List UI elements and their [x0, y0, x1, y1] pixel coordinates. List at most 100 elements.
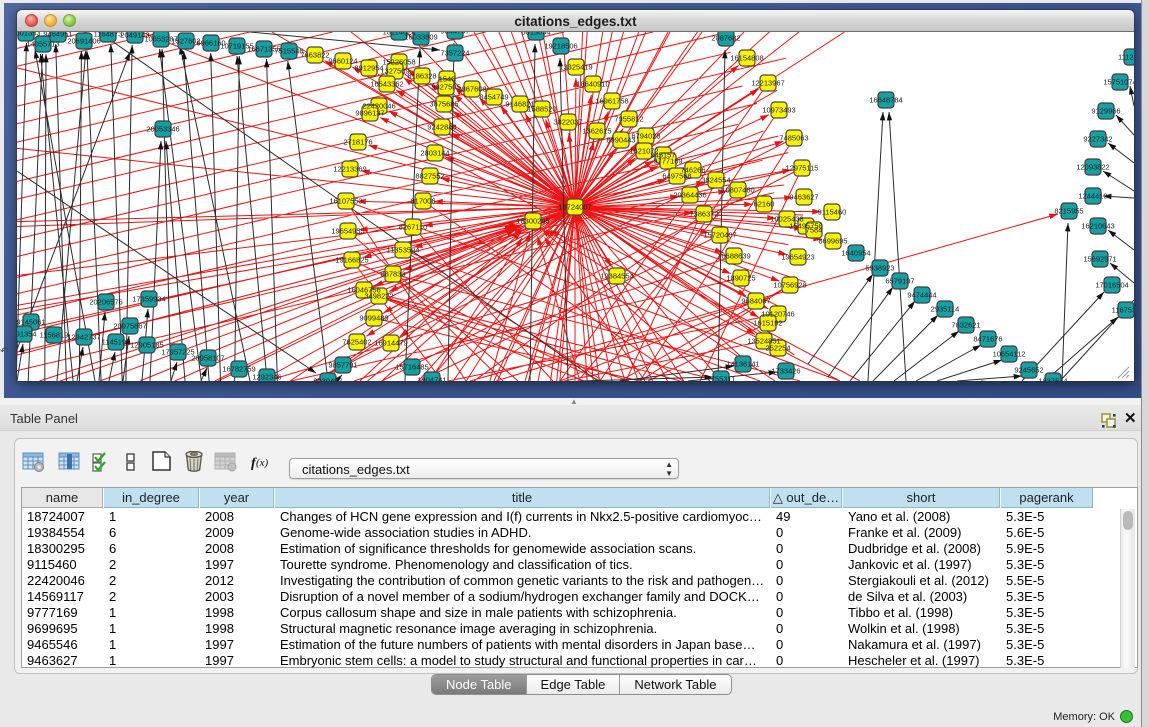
svg-text:887833: 887833 [380, 270, 405, 279]
svg-text:1112362: 1112362 [1118, 53, 1134, 62]
svg-text:9463627: 9463627 [789, 193, 818, 202]
svg-text:14136141: 14136141 [726, 360, 759, 369]
svg-text:7663822: 7663822 [300, 51, 329, 60]
svg-text:3822037: 3822037 [553, 118, 582, 127]
svg-text:2803144: 2803144 [420, 149, 449, 158]
svg-text:16543362: 16543362 [370, 80, 403, 89]
svg-text:12975115: 12975115 [786, 164, 819, 173]
svg-text:12213369: 12213369 [333, 165, 366, 174]
svg-text:7632621: 7632621 [951, 321, 980, 330]
svg-text:1904741: 1904741 [417, 376, 446, 382]
svg-text:8454749: 8454749 [479, 93, 508, 102]
svg-text:9227342: 9227342 [1083, 135, 1112, 144]
svg-text:8267110: 8267110 [399, 223, 428, 232]
svg-text:1164873: 1164873 [94, 32, 123, 39]
svg-text:9684067: 9684067 [741, 297, 770, 306]
svg-text:20206576: 20206576 [89, 298, 122, 307]
svg-text:10654112: 10654112 [993, 350, 1026, 359]
svg-text:15226058: 15226058 [382, 58, 415, 67]
svg-text:10120746: 10120746 [761, 310, 794, 319]
svg-text:9777169: 9777169 [653, 157, 682, 166]
svg-text:6794028: 6794028 [631, 132, 660, 141]
svg-text:9896137: 9896137 [355, 109, 384, 118]
svg-text:5938923: 5938923 [865, 264, 894, 273]
svg-text:18640910: 18640910 [576, 80, 609, 89]
svg-text:391354: 391354 [17, 330, 37, 339]
svg-text:8813054: 8813054 [521, 32, 550, 37]
svg-text:1588520: 1588520 [527, 105, 556, 114]
svg-text:17016504: 17016504 [1095, 281, 1128, 290]
svg-text:18300295: 18300295 [516, 217, 549, 226]
svg-text:16107553: 16107553 [329, 197, 362, 206]
svg-text:2935114: 2935114 [931, 305, 960, 314]
svg-text:1837544: 1837544 [1038, 377, 1067, 382]
svg-text:16210643: 16210643 [1081, 222, 1114, 231]
svg-text:10756928: 10756928 [773, 281, 806, 290]
svg-text:16961758: 16961758 [595, 97, 628, 106]
svg-text:20364436: 20364436 [673, 191, 706, 200]
svg-text:9344757: 9344757 [440, 32, 469, 36]
svg-text:9145061: 9145061 [17, 318, 46, 327]
svg-text:62160: 62160 [754, 200, 775, 209]
svg-text:7625402: 7625402 [342, 338, 371, 347]
svg-text:3675685: 3675685 [429, 100, 458, 109]
svg-text:9327505: 9327505 [431, 83, 460, 92]
svg-text:20975867: 20975867 [113, 322, 146, 331]
svg-text:16154808: 16154808 [730, 54, 763, 63]
svg-text:8471676: 8471676 [973, 335, 1002, 344]
svg-text:8699695: 8699695 [818, 237, 847, 246]
svg-text:12905185: 12905185 [130, 341, 163, 350]
svg-text:14055713: 14055713 [26, 40, 59, 49]
svg-text:15716485: 15716485 [395, 363, 428, 372]
svg-text:1156819: 1156819 [40, 331, 69, 340]
svg-text:1145194: 1145194 [102, 338, 131, 347]
svg-text:1755311: 1755311 [707, 375, 736, 382]
svg-text:9115460: 9115460 [818, 208, 847, 217]
svg-text:20958107: 20958107 [191, 354, 224, 363]
svg-text:2001353: 2001353 [17, 32, 41, 38]
svg-text:16648784: 16648784 [869, 96, 902, 105]
svg-text:16914479: 16914479 [374, 339, 407, 348]
svg-text:252254: 252254 [765, 344, 790, 353]
svg-text:9245652: 9245652 [1014, 366, 1043, 375]
svg-text:7955812: 7955812 [614, 115, 643, 124]
svg-text:13325419: 13325419 [559, 63, 592, 72]
svg-text:19384554: 19384554 [600, 272, 633, 281]
svg-text:9129966: 9129966 [1091, 107, 1120, 116]
svg-text:9857791: 9857791 [328, 361, 357, 370]
svg-text:6497568: 6497568 [662, 172, 691, 181]
svg-text:9660124: 9660124 [328, 57, 357, 66]
svg-text:9030497: 9030497 [313, 377, 342, 382]
svg-text:19654923: 19654923 [781, 253, 814, 262]
svg-text:9474444: 9474444 [907, 291, 936, 300]
svg-text:1292346: 1292346 [252, 373, 281, 382]
svg-text:7485063: 7485063 [779, 134, 808, 143]
svg-text:3824554: 3824554 [701, 176, 730, 185]
svg-text:2718176: 2718176 [343, 138, 372, 147]
svg-text:1733426: 1733426 [771, 367, 800, 376]
svg-text:7386372: 7386372 [689, 210, 718, 219]
svg-text:17957225: 17957225 [161, 348, 194, 357]
svg-text:16782759: 16782759 [222, 365, 255, 374]
svg-text:9242848: 9242848 [427, 123, 456, 132]
svg-text:10688639: 10688639 [717, 252, 750, 261]
svg-text:8215955: 8215955 [1054, 207, 1083, 216]
svg-text:16033809: 16033809 [404, 33, 437, 42]
svg-text:1167531: 1167531 [1112, 306, 1134, 315]
svg-text:1640954: 1640954 [841, 249, 870, 258]
svg-text:1362615: 1362615 [582, 127, 611, 136]
svg-text:12093822: 12093822 [1076, 163, 1109, 172]
svg-text:15692971: 15692971 [1083, 255, 1116, 264]
svg-text:3498222: 3498222 [364, 292, 393, 301]
svg-text:817006: 817006 [410, 197, 435, 206]
svg-text:19166825: 19166825 [335, 256, 368, 265]
svg-text:11353594: 11353594 [387, 246, 420, 255]
svg-text:7357224: 7357224 [440, 49, 469, 58]
svg-text:(x): (x) [256, 457, 269, 469]
svg-text:9099489: 9099489 [359, 314, 388, 323]
svg-text:7584: 7584 [806, 226, 823, 235]
svg-text:2087682: 2087682 [711, 34, 740, 43]
svg-text:8827552: 8827552 [415, 172, 444, 181]
svg-text:1890725: 1890725 [726, 274, 755, 283]
svg-text:17359934: 17359934 [132, 295, 165, 304]
